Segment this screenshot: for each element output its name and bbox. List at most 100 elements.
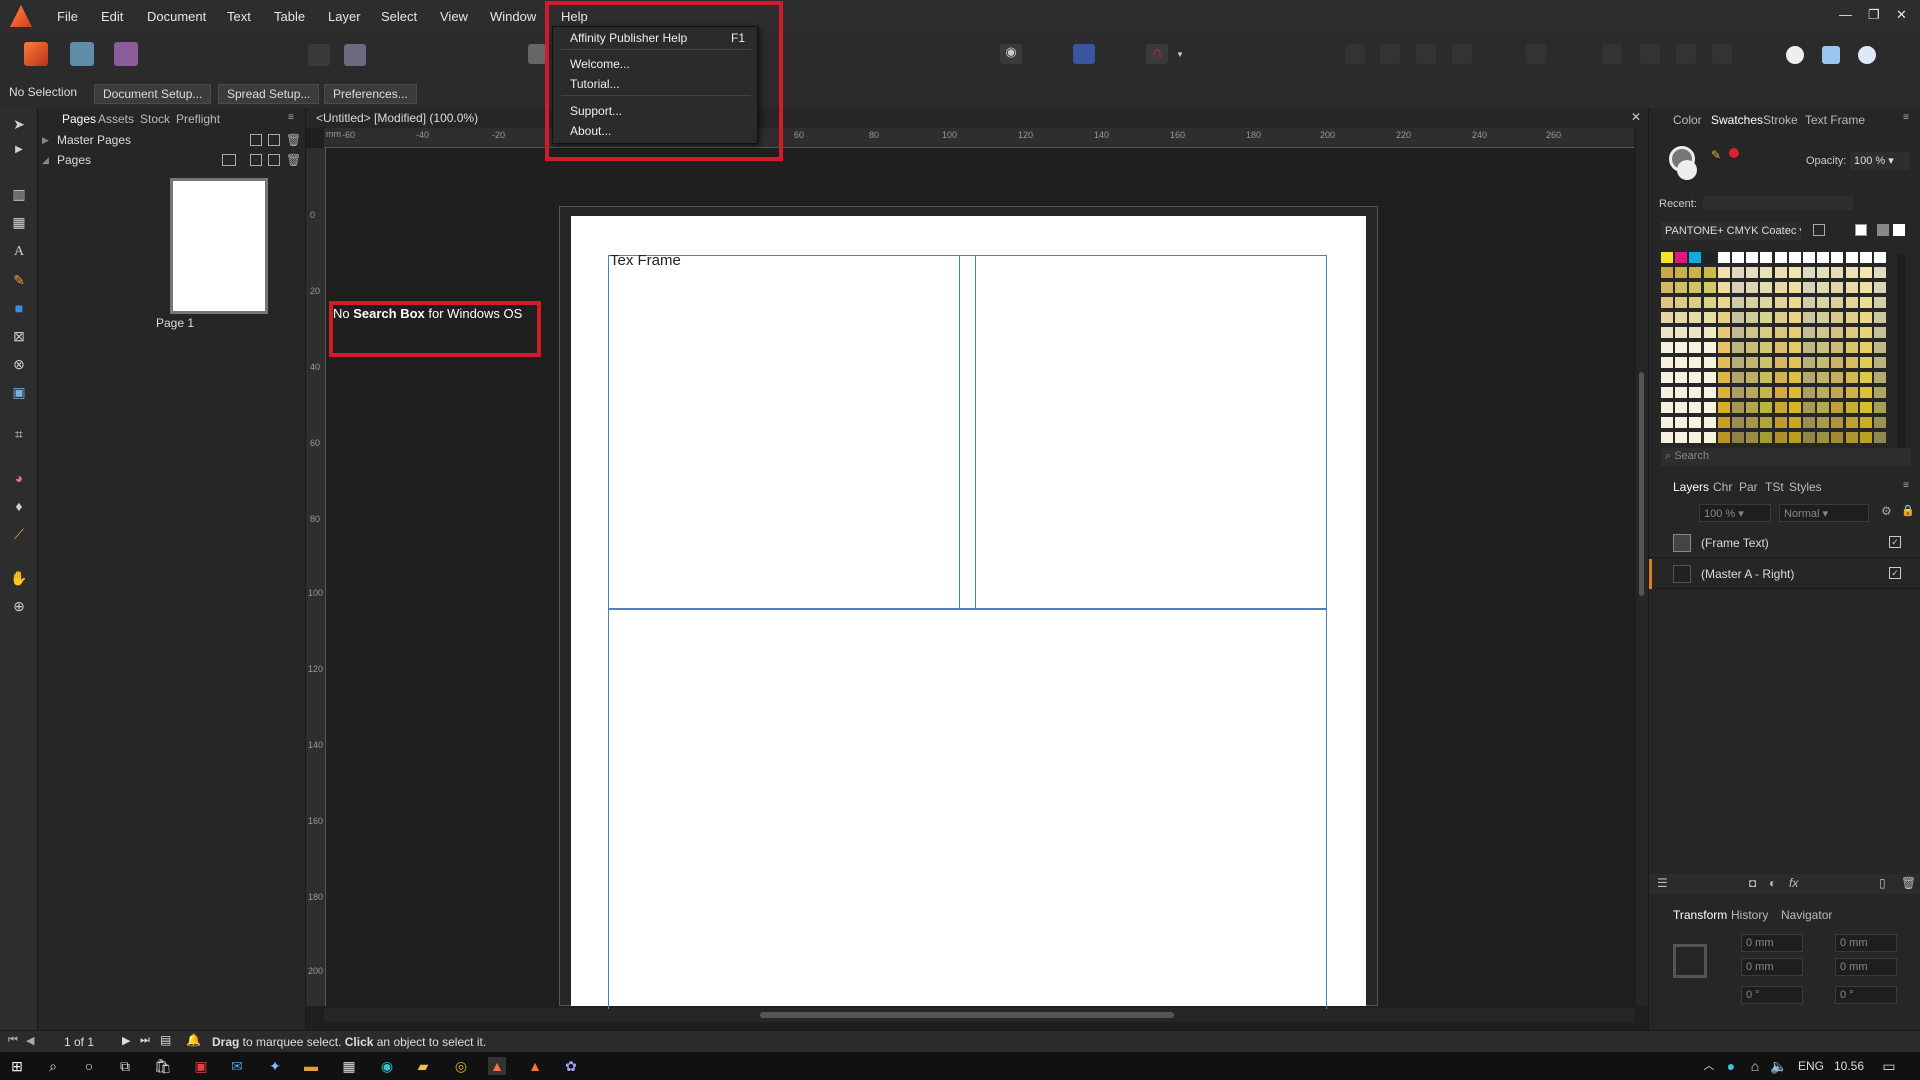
- recent-swatches[interactable]: [1703, 196, 1853, 210]
- color-swatch[interactable]: [1703, 402, 1716, 413]
- color-swatch[interactable]: [1661, 432, 1673, 443]
- color-swatch[interactable]: [1675, 372, 1688, 383]
- color-swatch[interactable]: [1817, 402, 1830, 413]
- color-swatch[interactable]: [1732, 402, 1744, 413]
- color-swatch[interactable]: [1774, 357, 1787, 368]
- color-swatch[interactable]: [1732, 357, 1744, 368]
- text-frame-column-1[interactable]: [608, 255, 960, 609]
- color-swatch[interactable]: [1717, 357, 1730, 368]
- color-swatch[interactable]: [1845, 267, 1858, 278]
- color-swatch[interactable]: [1760, 267, 1773, 278]
- color-swatch[interactable]: [1859, 282, 1872, 293]
- color-swatch[interactable]: [1760, 372, 1773, 383]
- affinity-publisher-task-icon[interactable]: ▲: [488, 1057, 506, 1075]
- color-wheel-icon[interactable]: [1858, 46, 1876, 64]
- color-swatch[interactable]: [1717, 432, 1730, 443]
- color-swatch[interactable]: [1845, 252, 1858, 263]
- notification-bell-icon[interactable]: 🔔: [186, 1033, 201, 1047]
- app-icon[interactable]: ✦: [266, 1057, 284, 1075]
- tab-paragraph[interactable]: Par: [1739, 480, 1758, 494]
- toolbar-icon[interactable]: [308, 44, 330, 66]
- color-swatch[interactable]: [1746, 357, 1759, 368]
- color-swatch[interactable]: [1817, 297, 1830, 308]
- color-swatch[interactable]: [1803, 327, 1815, 338]
- color-swatch[interactable]: [1803, 417, 1815, 428]
- color-swatch[interactable]: [1831, 417, 1844, 428]
- color-swatch[interactable]: [1760, 282, 1773, 293]
- tab-history[interactable]: History: [1731, 908, 1768, 922]
- tab-layers[interactable]: Layers: [1673, 480, 1709, 494]
- color-swatch[interactable]: [1689, 312, 1702, 323]
- restore-button[interactable]: ❐: [1868, 7, 1880, 23]
- horizontal-scrollbar[interactable]: [324, 1008, 1634, 1022]
- menu-document[interactable]: Document: [147, 9, 206, 24]
- calculator-icon[interactable]: ▦: [340, 1057, 358, 1075]
- tab-stock[interactable]: Stock: [140, 112, 170, 126]
- none-swatch-icon[interactable]: [1855, 224, 1867, 236]
- move-tool-icon[interactable]: ➤: [9, 114, 29, 134]
- color-swatch[interactable]: [1717, 252, 1730, 263]
- color-swatch[interactable]: [1817, 282, 1830, 293]
- frame-text[interactable]: Tex Frame: [610, 252, 681, 269]
- color-swatch[interactable]: [1803, 387, 1815, 398]
- horizontal-scroll-thumb[interactable]: [760, 1012, 1174, 1018]
- tab-text-frame[interactable]: Text Frame: [1805, 113, 1865, 127]
- menu-table[interactable]: Table: [274, 9, 305, 24]
- color-swatch[interactable]: [1859, 432, 1872, 443]
- color-swatch[interactable]: [1732, 312, 1744, 323]
- volume-icon[interactable]: 🔈: [1770, 1057, 1788, 1075]
- menu-text[interactable]: Text: [227, 9, 251, 24]
- rectangle-tool-icon[interactable]: ■: [9, 298, 29, 318]
- tab-color[interactable]: Color: [1673, 113, 1702, 127]
- color-swatch[interactable]: [1803, 267, 1815, 278]
- color-swatch[interactable]: [1774, 327, 1787, 338]
- color-swatch[interactable]: [1661, 267, 1673, 278]
- color-swatch[interactable]: [1831, 282, 1844, 293]
- color-swatch[interactable]: [1874, 252, 1886, 263]
- color-swatch[interactable]: [1874, 417, 1886, 428]
- color-swatch[interactable]: [1717, 402, 1730, 413]
- color-swatch[interactable]: [1831, 372, 1844, 383]
- add-master-icon[interactable]: [250, 134, 262, 146]
- color-swatch[interactable]: [1760, 432, 1773, 443]
- color-swatch[interactable]: [1689, 252, 1702, 263]
- color-swatch[interactable]: [1760, 312, 1773, 323]
- color-swatch[interactable]: [1774, 372, 1787, 383]
- color-swatch[interactable]: [1760, 402, 1773, 413]
- layer-row[interactable]: (Frame Text) ✓: [1649, 528, 1920, 558]
- color-swatch[interactable]: [1661, 252, 1673, 263]
- snapping-icon[interactable]: ∩: [1146, 44, 1168, 64]
- color-swatch[interactable]: [1675, 357, 1688, 368]
- toolbar-icon[interactable]: [1640, 44, 1660, 64]
- tab-styles[interactable]: Styles: [1789, 480, 1822, 494]
- color-swatch[interactable]: [1859, 327, 1872, 338]
- page-thumbnail[interactable]: [170, 178, 268, 314]
- tab-character[interactable]: Chr: [1713, 480, 1732, 494]
- color-swatch[interactable]: [1717, 372, 1730, 383]
- toolbar-icon[interactable]: [528, 44, 546, 64]
- cortana-icon[interactable]: ○: [80, 1057, 98, 1075]
- color-swatch[interactable]: [1760, 342, 1773, 353]
- color-swatch[interactable]: [1732, 432, 1744, 443]
- duplicate-page-icon[interactable]: [268, 154, 280, 166]
- color-swatch[interactable]: [1845, 327, 1858, 338]
- color-swatch[interactable]: [1675, 432, 1688, 443]
- swatch-grid[interactable]: [1661, 252, 1891, 452]
- color-swatch[interactable]: [1859, 267, 1872, 278]
- menu-file[interactable]: File: [57, 9, 78, 24]
- color-swatch[interactable]: [1732, 252, 1744, 263]
- hand-tool-icon[interactable]: ✋: [9, 568, 29, 588]
- color-swatch[interactable]: [1746, 372, 1759, 383]
- color-swatch[interactable]: [1859, 252, 1872, 263]
- color-swatch[interactable]: [1788, 342, 1801, 353]
- color-swatch[interactable]: [1831, 402, 1844, 413]
- color-swatch[interactable]: [1774, 342, 1787, 353]
- app-icon[interactable]: ▬: [302, 1057, 320, 1075]
- color-swatch[interactable]: [1760, 297, 1773, 308]
- color-swatch[interactable]: [1746, 327, 1759, 338]
- pages-header[interactable]: Pages: [57, 153, 91, 167]
- layer-row[interactable]: (Master A - Right) ✓: [1649, 559, 1920, 589]
- color-swatch[interactable]: [1859, 372, 1872, 383]
- color-swatch[interactable]: [1746, 267, 1759, 278]
- color-swatch[interactable]: [1703, 312, 1716, 323]
